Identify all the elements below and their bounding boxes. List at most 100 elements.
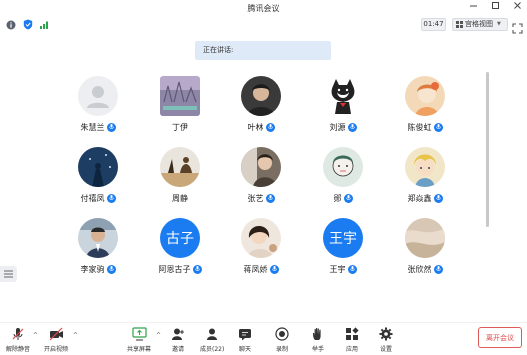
- participant-name: 郑焱鑫: [407, 193, 432, 203]
- avatar: [241, 147, 281, 187]
- mic-icon: [343, 193, 353, 203]
- avatar: [405, 147, 445, 187]
- signal-icon[interactable]: [38, 19, 49, 30]
- speaking-label: 正在讲话:: [203, 46, 234, 54]
- view-switch[interactable]: 宫格视图 ▼: [452, 18, 508, 31]
- raise-hand-button[interactable]: 举手: [310, 326, 326, 354]
- participant-nameline: 刘源: [303, 121, 383, 133]
- hand-icon: [310, 326, 326, 342]
- video-options-caret[interactable]: ^: [73, 332, 78, 339]
- meeting-window: 腾讯会议 01:47 宫格视图 ▼ 正在讲话: 朱慧兰 丁伊 叶林 刘源 陈俊虹…: [0, 0, 527, 355]
- share-screen-button[interactable]: 共享屏幕: [127, 326, 151, 354]
- mic-icon: [106, 193, 116, 203]
- info-icon[interactable]: [5, 19, 16, 30]
- record-label: 录制: [275, 346, 288, 353]
- share-screen-label: 共享屏幕: [127, 346, 152, 353]
- maximize-icon: [491, 2, 499, 9]
- avatar: [323, 147, 363, 187]
- avatar: [241, 76, 281, 116]
- participant-name: 张艺: [247, 193, 264, 203]
- participant-tile[interactable]: 付禧凤: [58, 145, 138, 207]
- participant-tile[interactable]: 张艺: [221, 145, 301, 207]
- participant-nameline: 丁伊: [140, 121, 220, 133]
- mic-icon: [347, 264, 357, 274]
- participant-tile[interactable]: 蒋凤娇: [221, 216, 301, 278]
- fullscreen-icon[interactable]: [512, 19, 523, 34]
- chat-button[interactable]: 聊天: [237, 326, 253, 354]
- mic-muted-icon: [10, 326, 26, 342]
- participant-name: 刘源: [329, 122, 346, 132]
- share-options-caret[interactable]: ^: [156, 332, 161, 339]
- mute-options-caret[interactable]: ^: [33, 332, 38, 339]
- close-button[interactable]: [511, 1, 523, 15]
- avatar: 王宇: [323, 218, 363, 258]
- participant-tile[interactable]: 丁伊: [140, 74, 220, 136]
- participant-nameline: 郑焱鑫: [385, 192, 465, 204]
- participant-tile[interactable]: 叶林: [221, 74, 301, 136]
- participant-nameline: 叶林: [221, 121, 301, 133]
- apps-icon: [344, 326, 360, 342]
- avatar: [241, 218, 281, 258]
- participant-nameline: 张艺: [221, 192, 301, 204]
- video-button[interactable]: 开启视频: [44, 326, 68, 354]
- participant-name: 丁伊: [172, 122, 188, 132]
- mute-button[interactable]: 解除静音: [6, 326, 30, 354]
- participant-tile[interactable]: 王宇 王宇: [303, 216, 383, 278]
- participant-tile[interactable]: 李家驹: [58, 216, 138, 278]
- participant-nameline: 李家驹: [58, 263, 138, 275]
- leave-meeting-button[interactable]: 离开会议: [478, 327, 522, 348]
- minimize-button[interactable]: [467, 1, 479, 15]
- shield-icon[interactable]: [22, 19, 33, 30]
- avatar: [405, 76, 445, 116]
- settings-label: 设置: [379, 346, 392, 353]
- mic-icon: [265, 122, 275, 132]
- mute-label: 解除静音: [6, 346, 31, 353]
- participant-nameline: 张欣然: [385, 263, 465, 275]
- participant-tile[interactable]: 郑焱鑫: [385, 145, 465, 207]
- avatar: [160, 147, 200, 187]
- avatar: [78, 147, 118, 187]
- speaking-banner: 正在讲话:: [195, 41, 331, 60]
- invite-button[interactable]: 邀请: [170, 326, 186, 354]
- participant-name: 郧: [333, 193, 342, 203]
- participant-nameline: 朱慧兰: [58, 121, 138, 133]
- participant-tile[interactable]: 郧: [303, 145, 383, 207]
- participant-tile[interactable]: 周静: [140, 145, 220, 207]
- chevron-down-icon: ▼: [497, 21, 501, 27]
- mic-icon: [192, 264, 202, 274]
- chat-label: 聊天: [238, 346, 251, 353]
- mic-icon: [433, 193, 443, 203]
- participant-nameline: 付禧凤: [58, 192, 138, 204]
- grid-icon: [456, 21, 463, 28]
- window-title: 腾讯会议: [247, 3, 280, 13]
- participant-tile[interactable]: 刘源: [303, 74, 383, 136]
- mic-icon: [433, 122, 443, 132]
- participant-tile[interactable]: 朱慧兰: [58, 74, 138, 136]
- apps-button[interactable]: 应用: [344, 326, 360, 354]
- avatar: [405, 218, 445, 258]
- participant-tile[interactable]: 古子 阿恩古子: [140, 216, 220, 278]
- participant-name: 张欣然: [407, 264, 432, 274]
- participant-tile[interactable]: 陈俊虹: [385, 74, 465, 136]
- members-label: 成员(22): [200, 346, 225, 353]
- grid-scrollbar[interactable]: [486, 72, 489, 227]
- mic-icon: [347, 122, 357, 132]
- participant-tile[interactable]: 张欣然: [385, 216, 465, 278]
- participant-nameline: 蒋凤娇: [221, 263, 301, 275]
- settings-button[interactable]: 设置: [378, 326, 394, 354]
- participant-name: 陈俊虹: [407, 122, 432, 132]
- members-button[interactable]: 成员(22): [200, 326, 224, 354]
- add-user-icon: [170, 326, 186, 342]
- close-icon: [513, 2, 521, 9]
- side-panel-toggle[interactable]: [0, 266, 17, 282]
- minimize-icon: [469, 5, 477, 7]
- gear-icon: [378, 326, 394, 342]
- mic-icon: [265, 193, 275, 203]
- members-icon: [204, 326, 220, 342]
- record-button[interactable]: 录制: [274, 326, 290, 354]
- avatar: 古子: [160, 218, 200, 258]
- maximize-button[interactable]: [489, 1, 501, 15]
- participant-name: 叶林: [247, 122, 264, 132]
- mic-icon: [269, 264, 279, 274]
- title-bar: 腾讯会议: [0, 0, 527, 16]
